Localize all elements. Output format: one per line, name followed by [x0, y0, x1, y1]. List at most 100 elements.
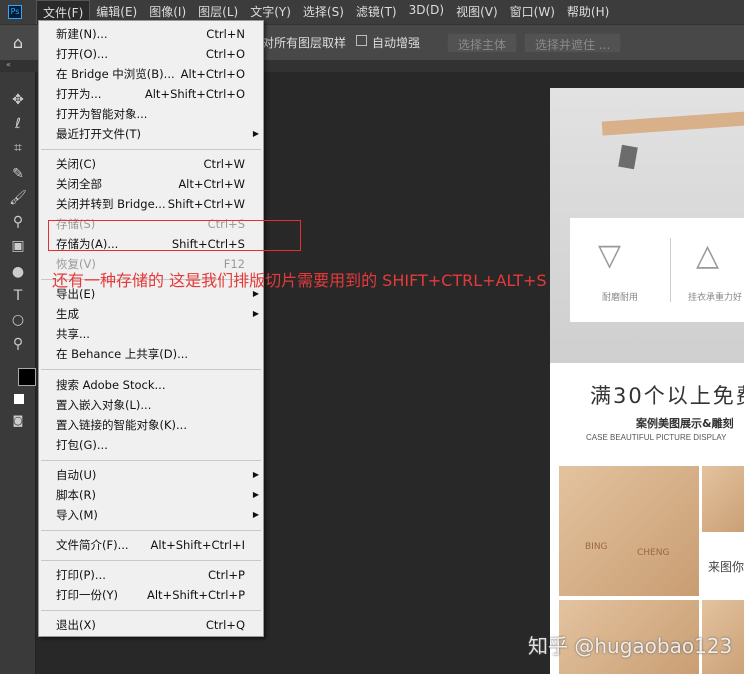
stamp-tool-icon[interactable]: ⚲ — [9, 214, 27, 230]
sample-all-layers-checkbox-label[interactable]: 对所有图层取样 — [262, 34, 346, 51]
auto-enhance-label: 自动增强 — [372, 36, 421, 50]
menu-item-label: 打开(O)... — [56, 47, 108, 61]
menubar-item[interactable]: 视图(V) — [450, 0, 504, 25]
wear-resistant-icon: ▽ — [598, 238, 622, 273]
tools-panel: ✥ ℓ ⌗ ✎ 🖌 ⚲ ▣ ● T ○ ⚲ ◙ — [0, 72, 36, 674]
product-photo — [702, 466, 744, 532]
eyedropper-tool-icon[interactable]: ✎ — [9, 166, 27, 182]
menu-item[interactable]: 自动(U) ▶ — [39, 465, 263, 485]
highlight-box — [48, 220, 301, 251]
menu-item[interactable]: 最近打开文件(T) ▶ — [39, 124, 263, 144]
engraving: CHENG — [637, 548, 670, 558]
menu-item-label: 文件简介(F)... — [56, 537, 129, 552]
photoshop-logo: Ps — [8, 5, 22, 19]
lasso-tool-icon[interactable]: ℓ — [9, 116, 27, 132]
submenu-arrow-icon: ▶ — [252, 489, 259, 499]
menu-item[interactable]: 打印(P)... Ctrl+P — [39, 565, 263, 585]
menu-item-label: 打开为... — [56, 87, 102, 101]
menu-separator — [39, 555, 263, 565]
menu-item[interactable]: 新建(N)... Ctrl+N — [39, 24, 263, 44]
menu-item-label: 共享... — [56, 327, 90, 342]
menubar-item[interactable]: 窗口(W) — [504, 0, 561, 25]
menu-item[interactable]: 置入链接的智能对象(K)... — [39, 415, 263, 435]
menu-item[interactable]: 退出(X) Ctrl+Q — [39, 615, 263, 635]
menu-item[interactable]: 在 Bridge 中浏览(B)... Alt+Ctrl+O — [39, 64, 263, 84]
menubar-item[interactable]: 滤镜(T) — [350, 0, 403, 25]
side-text: 来图你 — [708, 560, 744, 574]
menu-item-label: 生成 — [56, 307, 79, 322]
menubar-item[interactable]: 帮助(H) — [561, 0, 615, 25]
menu-item[interactable]: 打开为智能对象... — [39, 104, 263, 124]
menu-separator — [39, 144, 263, 154]
menu-item[interactable]: 脚本(R) ▶ — [39, 485, 263, 505]
menu-item-shortcut: Ctrl+Q — [205, 618, 245, 633]
feature-box: ▽ 耐磨耐用 △ 挂衣承重力好 — [570, 218, 744, 322]
dodge-tool-icon[interactable]: ● — [9, 264, 27, 280]
select-and-mask-button[interactable]: 选择并遮住 ... — [524, 33, 622, 53]
submenu-arrow-icon: ▶ — [252, 309, 259, 319]
menu-item-label: 新建(N)... — [56, 27, 108, 41]
menu-item[interactable]: 生成 ▶ — [39, 304, 263, 324]
menu-item-label: 打开为智能对象... — [56, 107, 148, 121]
menu-separator — [39, 525, 263, 535]
menu-item-label: 置入链接的智能对象(K)... — [56, 417, 187, 432]
submenu-arrow-icon: ▶ — [252, 509, 259, 519]
menubar-item[interactable]: 选择(S) — [297, 0, 350, 25]
subheadline: 案例美图展示&雕刻 — [636, 417, 734, 430]
menu-item-shortcut: Ctrl+N — [206, 27, 245, 41]
menu-item-label: 在 Bridge 中浏览(B)... — [56, 67, 175, 81]
crop-tool-icon[interactable]: ⌗ — [9, 140, 27, 156]
menu-item[interactable]: 搜索 Adobe Stock... — [39, 375, 263, 395]
auto-enhance-checkbox[interactable] — [356, 35, 367, 46]
submenu-arrow-icon: ▶ — [252, 469, 259, 479]
menu-item[interactable]: 打开(O)... Ctrl+O — [39, 44, 263, 64]
menu-item-shortcut: Alt+Shift+Ctrl+O — [144, 87, 245, 101]
menu-item[interactable]: 关闭全部 Alt+Ctrl+W — [39, 174, 263, 194]
menu-item-shortcut: Ctrl+P — [207, 568, 245, 583]
feature-label: 耐磨耐用 — [602, 293, 639, 303]
brush-tool-icon[interactable]: 🖌 — [9, 190, 27, 206]
ellipse-tool-icon[interactable]: ○ — [9, 312, 27, 328]
default-colors-icon[interactable] — [14, 394, 24, 404]
menu-item-label: 导入(M) — [56, 507, 98, 522]
submenu-arrow-icon: ▶ — [252, 129, 259, 138]
home-icon[interactable]: ⌂ — [0, 33, 36, 52]
move-tool-icon[interactable]: ✥ — [9, 92, 27, 108]
menu-item[interactable]: 关闭(C) Ctrl+W — [39, 154, 263, 174]
subheadline-en: CASE BEAUTIFUL PICTURE DISPLAY — [586, 433, 727, 442]
menu-item-label: 置入嵌入对象(L)... — [56, 397, 152, 412]
menu-item-label: 打印一份(Y) — [56, 588, 118, 603]
menu-item-shortcut: Alt+Ctrl+O — [180, 67, 245, 81]
menu-item[interactable]: 打印一份(Y) Alt+Shift+Ctrl+P — [39, 585, 263, 605]
menu-item-label: 关闭(C) — [56, 157, 97, 172]
engraving: BING — [585, 542, 608, 552]
annotation-text: 还有一种存储的 这是我们排版切片需要用到的 SHIFT+CTRL+ALT+S — [52, 271, 547, 290]
menubar-item[interactable]: 3D(D) — [403, 0, 450, 25]
menu-item[interactable]: 打包(G)... — [39, 435, 263, 455]
menu-item-label: 脚本(R) — [56, 487, 96, 502]
menu-item[interactable]: 文件简介(F)... Alt+Shift+Ctrl+I — [39, 535, 263, 555]
hanger-bar — [601, 110, 744, 136]
menu-item-label: 关闭并转到 Bridge... — [56, 197, 166, 212]
menu-item[interactable]: 关闭并转到 Bridge... Shift+Ctrl+W — [39, 194, 263, 214]
select-subject-button[interactable]: 选择主体 — [447, 33, 518, 53]
foreground-color-swatch[interactable] — [18, 368, 36, 386]
menu-item-label: 打包(G)... — [56, 437, 108, 452]
type-tool-icon[interactable]: T — [9, 288, 27, 304]
menu-separator — [39, 455, 263, 465]
menu-item[interactable]: 共享... — [39, 324, 263, 344]
menu-item[interactable]: 导入(M) ▶ — [39, 505, 263, 525]
gradient-tool-icon[interactable]: ▣ — [9, 238, 27, 254]
headline: 满30个以上免费 — [590, 384, 744, 408]
menu-item[interactable]: 打开为... Alt+Shift+Ctrl+O — [39, 84, 263, 104]
menu-item-label: 关闭全部 — [56, 177, 102, 192]
zoom-tool-icon[interactable]: ⚲ — [9, 336, 27, 352]
menu-item-label: 搜索 Adobe Stock... — [56, 377, 166, 392]
quick-mask-icon[interactable]: ◙ — [9, 414, 27, 427]
menu-item-label: 最近打开文件(T) — [56, 127, 141, 141]
divider — [670, 238, 671, 302]
menu-item-label: 打印(P)... — [56, 568, 106, 583]
menu-item[interactable]: 置入嵌入对象(L)... — [39, 395, 263, 415]
menu-item[interactable]: 在 Behance 上共享(D)... — [39, 344, 263, 364]
menu-item-shortcut: Alt+Shift+Ctrl+I — [150, 537, 245, 552]
